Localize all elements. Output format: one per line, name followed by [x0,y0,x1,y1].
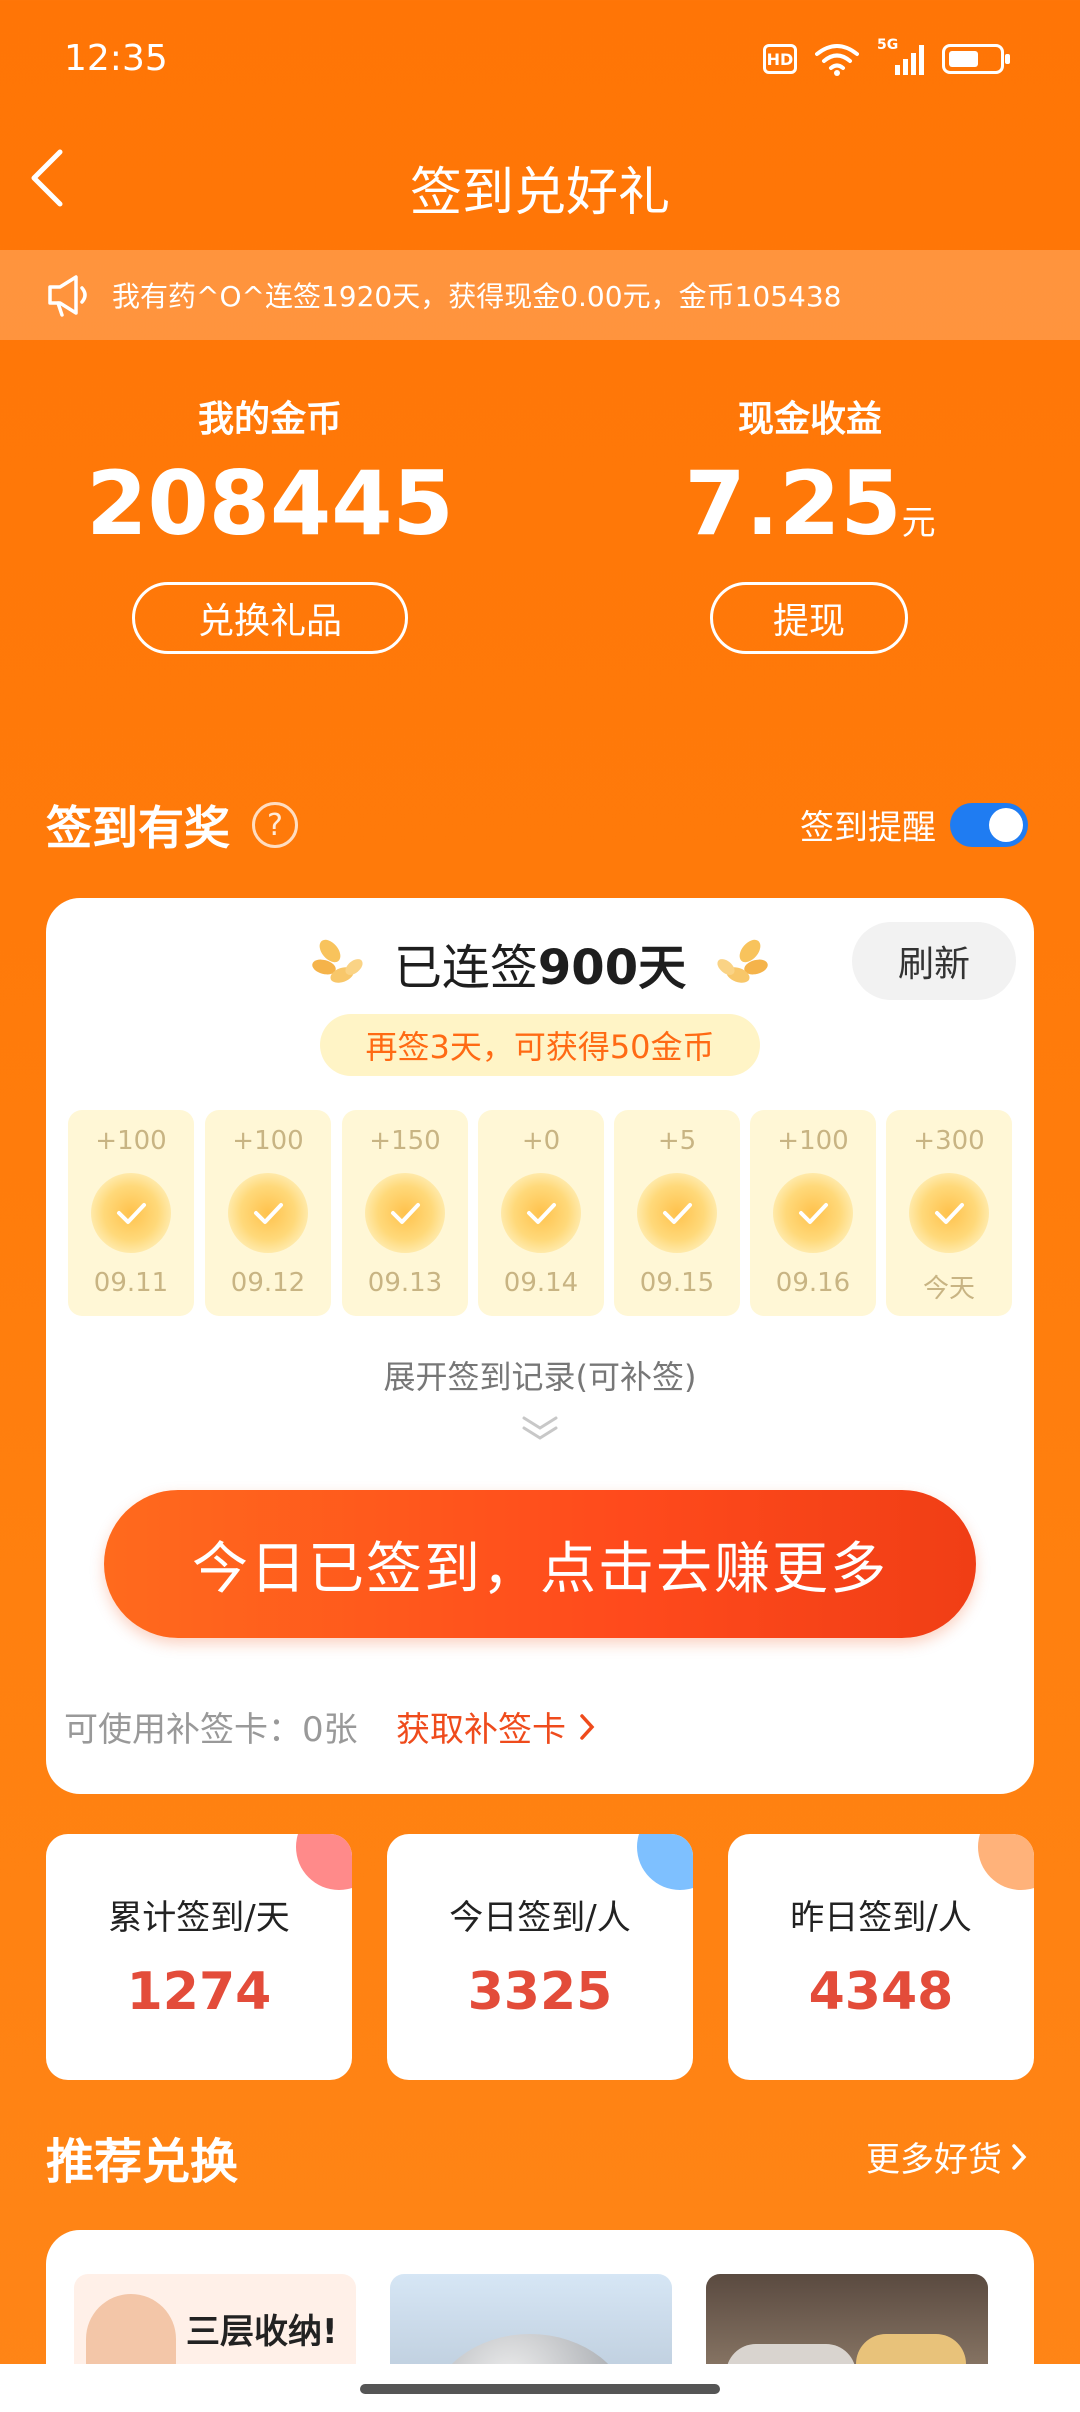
cash-label: 现金收益 [737,399,882,440]
cash-value-row: 7.25元 [600,460,1020,548]
day-cell: +100 09.11 [68,1110,194,1316]
stat-card-yesterday: 昨日签到/人 4348 [728,1834,1034,2080]
day-cell-today: +300 今天 [886,1110,1012,1316]
megaphone-icon [48,275,87,317]
check-circle-icon [501,1173,581,1253]
day-date: 09.12 [230,1268,306,1298]
withdraw-button[interactable]: 提现 [710,582,908,654]
streak-days: 900天 [537,940,687,996]
stat-value: 3325 [467,1962,613,2022]
coins-value: 208445 [86,452,454,555]
stat-label: 累计签到/天 [108,1898,290,1938]
chevron-right-icon [580,1713,595,1740]
battery-fill [949,51,978,67]
get-makeup-card-label: 获取补签卡 [396,1710,566,1750]
cash-unit: 元 [901,503,936,543]
cash-panel: 现金收益 7.25元 [600,390,1020,548]
hd-icon: HD [763,44,797,74]
signal-icon: 5G [877,37,924,75]
toggle-knob [989,807,1023,842]
get-makeup-card-link[interactable]: 获取补签卡 [396,1702,596,1751]
day-amount: +100 [95,1126,167,1156]
help-icon[interactable]: ? [252,802,298,848]
chevron-right-icon [1012,2143,1027,2170]
remind-setting: 签到提醒 [800,800,1028,849]
expand-records-link[interactable]: 展开签到记录(可补签) [0,1352,1080,1398]
day-cell: +100 09.12 [205,1110,331,1316]
day-cell: +0 09.14 [478,1110,604,1316]
check-circle-icon [773,1173,853,1253]
bonus-hint: 再签3天，可获得50金币 [320,1014,760,1076]
coins-panel: 我的金币 208445 [60,390,480,548]
remind-label: 签到提醒 [800,808,936,848]
home-indicator[interactable] [360,2384,720,2394]
stat-corner-decor [296,1834,352,1890]
day-cell: +150 09.13 [342,1110,468,1316]
day-cell: +100 09.16 [750,1110,876,1316]
day-date: 09.15 [639,1268,715,1298]
day-amount: +300 [913,1126,985,1156]
announcement-text: 我有药^O^连签1920天，获得现金0.00元，金币105438 [112,280,842,313]
check-circle-icon [228,1173,308,1253]
stat-corner-decor [637,1834,693,1890]
check-circle-icon [637,1173,717,1253]
page-title: 签到兑好礼 [409,163,670,223]
status-icons: HD 5G [763,37,1010,76]
stat-card-total: 累计签到/天 1274 [46,1834,352,2080]
checkin-section-title: 签到有奖 [46,801,230,855]
refresh-button[interactable]: 刷新 [852,922,1016,1000]
makeup-card-count: 可使用补签卡：0张 [64,1710,358,1750]
stat-value: 4348 [808,1962,954,2022]
remind-toggle[interactable] [950,802,1028,847]
stat-card-today: 今日签到/人 3325 [387,1834,693,2080]
day-amount: +5 [657,1126,697,1156]
exchange-gift-button[interactable]: 兑换礼品 [132,582,408,654]
wifi-icon [815,44,859,76]
stat-value: 1274 [126,1962,272,2022]
day-date: 今天 [922,1274,975,1304]
cash-value: 7.25 [684,452,902,555]
more-goods-link[interactable]: 更多好货 [866,2132,1028,2181]
status-bar: 12:35 HD 5G [0,0,1080,120]
day-date: 09.16 [775,1268,851,1298]
more-goods-label: 更多好货 [866,2140,1002,2180]
laurel-left-icon [312,939,363,983]
double-chevron-down-icon[interactable] [518,1412,562,1442]
day-amount: +0 [521,1126,561,1156]
day-amount: +100 [777,1126,849,1156]
day-amount: +150 [369,1126,441,1156]
day-date: 09.13 [367,1268,443,1298]
check-circle-icon [91,1173,171,1253]
day-date: 09.14 [503,1268,579,1298]
status-time: 12:35 [64,38,168,79]
recommend-title: 推荐兑换 [46,2134,239,2190]
stat-label: 今日签到/人 [449,1898,631,1938]
battery-icon [942,44,1010,74]
coins-label: 我的金币 [197,399,342,440]
laurel-right-icon [717,939,768,983]
stat-corner-decor [978,1834,1034,1890]
day-amount: +100 [232,1126,304,1156]
earn-more-button[interactable]: 今日已签到，点击去赚更多 [104,1490,976,1638]
network-type: 5G [877,37,899,53]
checkin-section-header: 签到有奖 ? [46,792,298,858]
announcement-bar: 我有药^O^连签1920天，获得现金0.00元，金币105438 [0,250,1080,340]
streak-prefix: 已连签 [393,940,538,996]
check-circle-icon [365,1173,445,1253]
day-date: 09.11 [93,1268,169,1298]
stat-label: 昨日签到/人 [790,1898,972,1938]
streak-text: 已连签900天 [394,928,686,998]
product-slogan: 三层收纳! [186,2312,338,2352]
day-cell: +5 09.15 [614,1110,740,1316]
check-circle-icon [909,1173,989,1253]
